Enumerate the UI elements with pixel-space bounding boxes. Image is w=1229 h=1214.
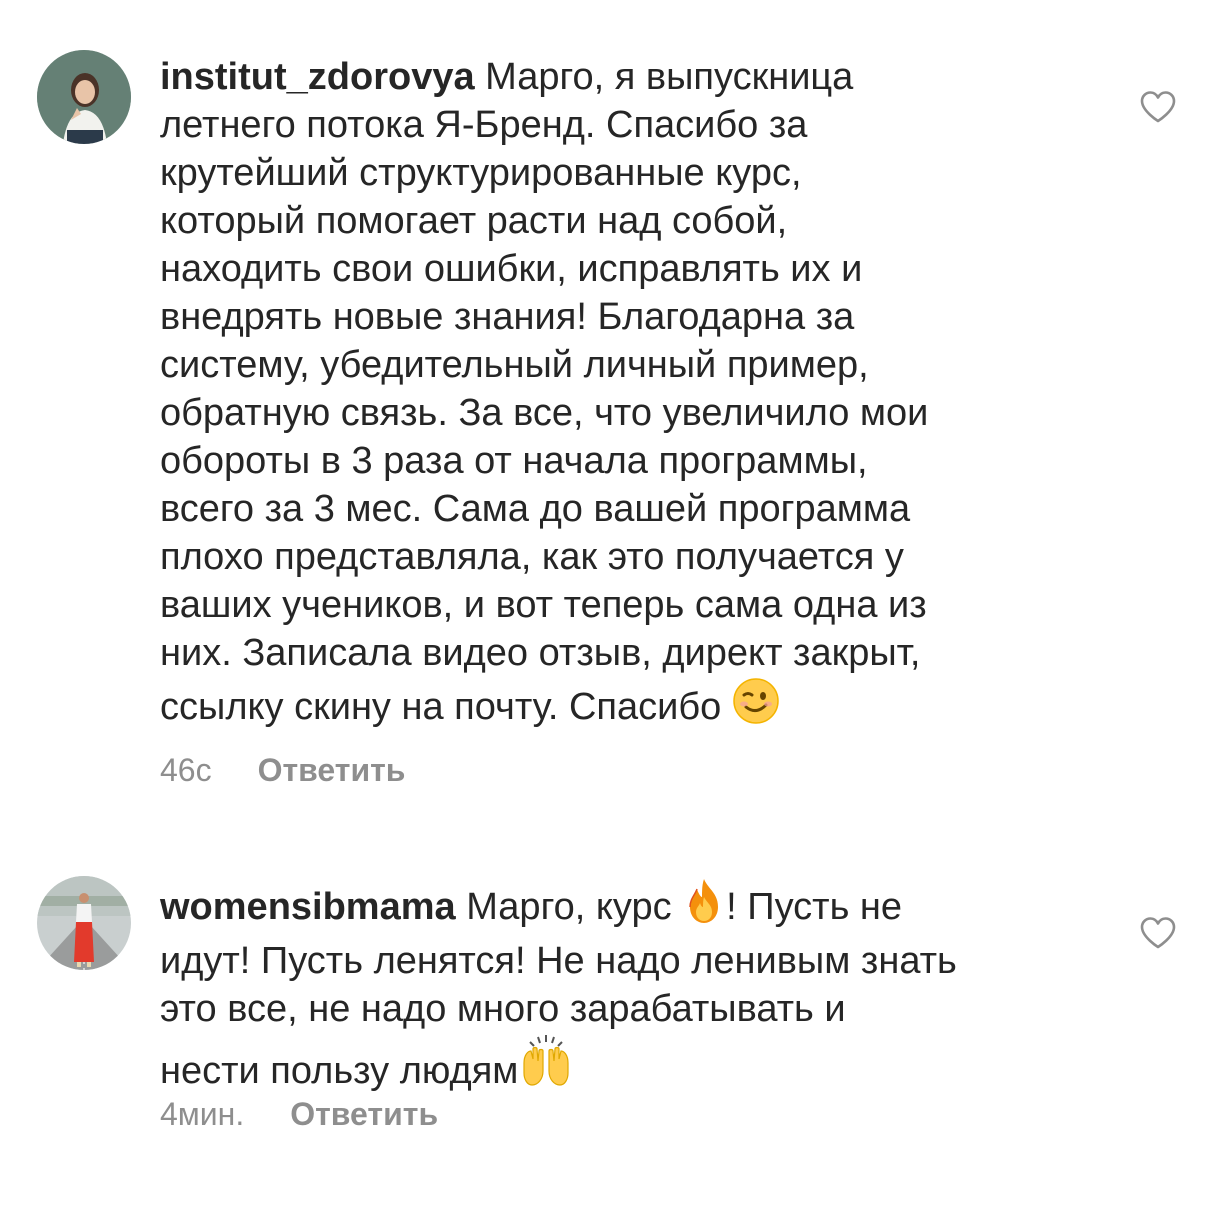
comment-1-line: ваших учеников, и вот теперь сама одна и… bbox=[160, 584, 927, 626]
comment-2-reply-button[interactable]: Ответить bbox=[290, 1096, 438, 1132]
comment-1-time: 46с bbox=[160, 752, 212, 788]
comment-2-line: ! Пусть не bbox=[726, 886, 903, 928]
comment-1-line: внедрять новые знания! Благодарна за bbox=[160, 296, 855, 338]
comment-1-body: institut_zdorovya Марго, я выпускница ле… bbox=[160, 53, 1060, 737]
winking-face-emoji bbox=[732, 677, 780, 737]
comment-2-line: Марго, курс bbox=[466, 886, 672, 928]
comment-1-line: них. Записала видео отзыв, директ закрыт… bbox=[160, 632, 921, 674]
comment-1-line: Марго, я выпускница bbox=[485, 56, 854, 98]
comment-1-line: который помогает расти над собой, bbox=[160, 200, 788, 242]
comment-1-like-heart-icon[interactable] bbox=[1139, 90, 1177, 124]
comment-2-line: это все, не надо много зарабатывать и bbox=[160, 988, 846, 1030]
comment-1-line: систему, убедительный личный пример, bbox=[160, 344, 869, 386]
comment-2-meta: 4мин. Ответить bbox=[160, 1096, 438, 1133]
comment-1-line: крутейший структурированные курс, bbox=[160, 152, 802, 194]
comment-1-line: находить свои ошибки, исправлять их и bbox=[160, 248, 863, 290]
comment-1-line: обороты в 3 раза от начала программы, bbox=[160, 440, 868, 482]
comment-2-line: идут! Пусть ленятся! Не надо ленивым зна… bbox=[160, 940, 957, 982]
comment-1-meta: 46с Ответить bbox=[160, 752, 405, 789]
comment-1-reply-button[interactable]: Ответить bbox=[258, 752, 406, 788]
fire-emoji bbox=[682, 877, 726, 937]
comment-1-line: ссылку скину на почту. Спасибо bbox=[160, 686, 722, 728]
comment-2-like-heart-icon[interactable] bbox=[1139, 916, 1177, 950]
raising-hands-emoji bbox=[518, 1033, 574, 1101]
comment-2-body: womensibmama Марго, курс ! Пусть не идут… bbox=[160, 877, 1060, 1101]
avatar-womensibmama[interactable] bbox=[37, 876, 131, 970]
comment-2-line: нести пользу людям bbox=[160, 1050, 519, 1092]
comment-2-text: womensibmama Марго, курс ! Пусть не идут… bbox=[160, 877, 1060, 1101]
comment-1-text: institut_zdorovya Марго, я выпускница ле… bbox=[160, 53, 1060, 737]
avatar-institut-zdorovya[interactable] bbox=[37, 50, 131, 144]
comment-1-username[interactable]: institut_zdorovya bbox=[160, 56, 475, 98]
comment-1-line: плохо представляла, как это получается у bbox=[160, 536, 904, 578]
comment-1-line: обратную связь. За все, что увеличило мо… bbox=[160, 392, 929, 434]
comment-2-time: 4мин. bbox=[160, 1096, 245, 1132]
comment-1-line: летнего потока Я-Бренд. Спасибо за bbox=[160, 104, 808, 146]
comment-1-line: всего за 3 мес. Сама до вашей программа bbox=[160, 488, 911, 530]
comment-2-username[interactable]: womensibmama bbox=[160, 886, 456, 928]
